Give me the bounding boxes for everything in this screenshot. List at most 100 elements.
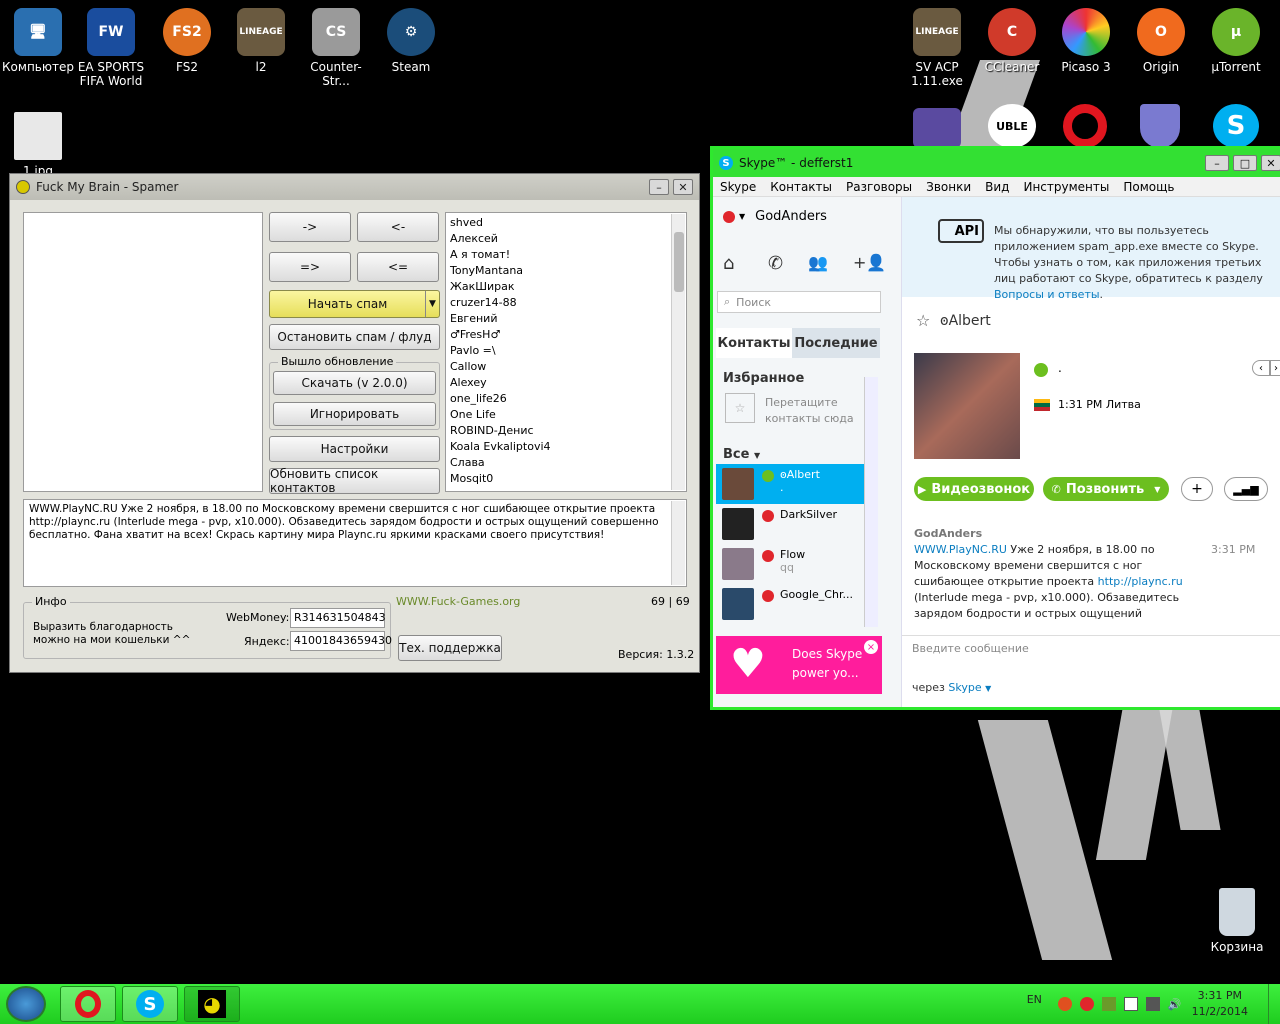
uble-icon[interactable]: UBLE xyxy=(988,104,1036,148)
chevron-down-icon[interactable]: ▼ xyxy=(1154,485,1160,494)
tray-app-icon[interactable] xyxy=(1057,997,1072,1011)
start-button[interactable] xyxy=(6,986,46,1022)
contact-list-item[interactable]: TonyMantana xyxy=(450,263,682,279)
shield-icon[interactable] xyxy=(1140,104,1180,148)
skype-icon[interactable]: S xyxy=(1213,104,1259,148)
desktop-icon-picasa[interactable]: Picaso 3 xyxy=(1048,8,1124,74)
contact-row[interactable]: Flow qq xyxy=(722,544,872,584)
media-player-icon[interactable] xyxy=(913,108,961,148)
close-button[interactable]: ✕ xyxy=(673,179,693,195)
phone-icon[interactable]: ✆ xyxy=(768,253,783,274)
support-button[interactable]: Тех. поддержка xyxy=(398,635,502,661)
all-contacts-dropdown[interactable]: Все ▼ xyxy=(723,447,760,462)
favorite-star-icon[interactable]: ☆ xyxy=(916,311,930,330)
contact-list-item[interactable]: Евгений xyxy=(450,311,682,327)
network-icon[interactable] xyxy=(1145,997,1160,1011)
contact-row[interactable]: Google_Chr... xyxy=(722,584,872,624)
group-icon[interactable]: 👥 xyxy=(808,253,828,272)
add-participant-button[interactable]: + xyxy=(1181,477,1213,501)
stop-spam-button[interactable]: Остановить спам / флуд xyxy=(269,324,440,350)
contact-list-item[interactable]: А я томат! xyxy=(450,247,682,263)
contact-list-item[interactable]: Koala Evkaliptovi4 xyxy=(450,439,682,455)
contact-row[interactable]: DarkSilver xyxy=(722,504,872,544)
add-contact-icon[interactable]: +👤 xyxy=(853,253,886,272)
faq-link[interactable]: Вопросы и ответы xyxy=(994,288,1100,301)
menu-contacts[interactable]: Контакты xyxy=(763,180,839,194)
prev-arrow-icon[interactable]: ‹ xyxy=(1252,360,1270,376)
next-arrow-icon[interactable]: › xyxy=(1270,360,1280,376)
start-spam-button[interactable]: Начать спам ▼ xyxy=(269,290,440,318)
tray-nvidia-icon[interactable] xyxy=(1101,997,1116,1011)
contacts-list[interactable]: shved Алексей А я томат! TonyMantana ЖакШира… xyxy=(445,212,687,492)
ad-banner[interactable]: ♥ Does Skype power yo... × xyxy=(716,636,882,694)
contact-list-item[interactable]: Callow xyxy=(450,359,682,375)
contacts-scrollbar[interactable] xyxy=(671,214,685,490)
download-button[interactable]: Скачать (v 2.0.0) xyxy=(273,371,436,395)
desktop-icon-l2[interactable]: LINEAGE l2 xyxy=(223,8,299,74)
contact-list-item[interactable]: One Life xyxy=(450,407,682,423)
dropdown-arrow-icon[interactable]: ▼ xyxy=(425,291,439,317)
call-button[interactable]: ✆ Позвонить ▼ xyxy=(1043,477,1169,501)
taskbar-opera[interactable] xyxy=(60,986,116,1022)
close-button[interactable]: ✕ xyxy=(1261,155,1280,171)
contact-list-item[interactable]: Pavlo =\ xyxy=(450,343,682,359)
tab-contacts[interactable]: Контакты xyxy=(716,328,792,358)
desktop-icon-ccleaner[interactable]: C CCleaner xyxy=(974,8,1050,74)
menu-skype[interactable]: Skype xyxy=(713,180,763,194)
menu-conversations[interactable]: Разговоры xyxy=(839,180,919,194)
opera-icon[interactable] xyxy=(1063,104,1107,148)
message-input[interactable]: Введите сообщение xyxy=(902,635,1280,663)
menu-tools[interactable]: Инструменты xyxy=(1016,180,1116,194)
webmoney-field[interactable]: R314631504843 xyxy=(290,608,386,628)
desktop-icon-sv-acp[interactable]: LINEAGE SV ACP 1.11.exe xyxy=(899,8,975,88)
search-input[interactable]: ⌕ Поиск xyxy=(717,291,881,313)
tab-recent[interactable]: Последние xyxy=(792,328,880,358)
contact-list-item[interactable]: Alexey xyxy=(450,375,682,391)
taskbar-spamer[interactable]: ◕ xyxy=(184,986,240,1022)
tray-skype-icon[interactable] xyxy=(1079,997,1094,1011)
skype-titlebar[interactable]: S Skype™ - defferst1 – □ ✕ xyxy=(713,149,1280,177)
contact-list-item[interactable]: cruzer14-88 xyxy=(450,295,682,311)
desktop-icon-steam[interactable]: ⚙ Steam xyxy=(373,8,449,74)
remove-all-button[interactable]: <= xyxy=(357,252,439,282)
minimize-button[interactable]: – xyxy=(1205,155,1229,171)
message-textarea[interactable]: WWW.PlayNC.RU Уже 2 ноября, в 18.00 по М… xyxy=(23,499,687,587)
refresh-contacts-button[interactable]: Обновить список контактов xyxy=(269,467,440,495)
menu-calls[interactable]: Звонки xyxy=(919,180,978,194)
language-indicator[interactable]: EN xyxy=(1027,993,1042,1006)
scroll-thumb[interactable] xyxy=(674,232,684,292)
menu-help[interactable]: Помощь xyxy=(1116,180,1181,194)
desktop-icon-utorrent[interactable]: µ µTorrent xyxy=(1198,8,1274,74)
user-status-dropdown[interactable]: ▼ GodAnders xyxy=(723,209,827,224)
desktop-icon-fifa[interactable]: FW EA SPORTS FIFA World xyxy=(73,8,149,88)
home-icon[interactable]: ⌂ xyxy=(723,253,734,274)
add-button[interactable]: -> xyxy=(269,212,351,242)
contact-list-item[interactable]: Алексей xyxy=(450,231,682,247)
contact-list-item[interactable]: shved xyxy=(450,215,682,231)
selected-contacts-list[interactable] xyxy=(23,212,263,492)
action-center-flag-icon[interactable] xyxy=(1123,997,1138,1011)
msg-link[interactable]: WWW.PlayNC.RU xyxy=(914,543,1007,556)
contact-list-item[interactable]: ЖакШирак xyxy=(450,279,682,295)
clock[interactable]: 3:31 PM 11/2/2014 xyxy=(1192,988,1248,1020)
show-desktop-button[interactable] xyxy=(1268,984,1280,1024)
maximize-button[interactable]: □ xyxy=(1233,155,1257,171)
yandex-field[interactable]: 41001843659430 xyxy=(290,631,392,651)
remove-button[interactable]: <- xyxy=(357,212,439,242)
desktop-icon-recycle-bin[interactable]: Корзина xyxy=(1199,888,1275,954)
desktop-icon-counter-strike[interactable]: CS Counter-Str... xyxy=(298,8,374,88)
add-all-button[interactable]: => xyxy=(269,252,351,282)
menu-view[interactable]: Вид xyxy=(978,180,1016,194)
via-selector[interactable]: через Skype ▼ xyxy=(912,681,991,694)
desktop-icon-computer[interactable]: 🖥 Компьютер xyxy=(0,8,76,74)
minimize-button[interactable]: – xyxy=(649,179,669,195)
contact-list-item[interactable]: Слава xyxy=(450,455,682,471)
spamer-titlebar[interactable]: Fuck My Brain - Spamer – ✕ xyxy=(10,174,699,200)
settings-button[interactable]: Настройки xyxy=(269,436,440,462)
contact-list-item[interactable]: one_life26 xyxy=(450,391,682,407)
contacts-scrollbar[interactable] xyxy=(864,377,878,627)
contact-list-item[interactable]: ROBIND-Денис xyxy=(450,423,682,439)
site-link[interactable]: WWW.Fuck-Games.org xyxy=(396,595,520,608)
ad-close-icon[interactable]: × xyxy=(864,640,878,654)
desktop-icon-file[interactable]: 1.jpg xyxy=(0,112,76,178)
